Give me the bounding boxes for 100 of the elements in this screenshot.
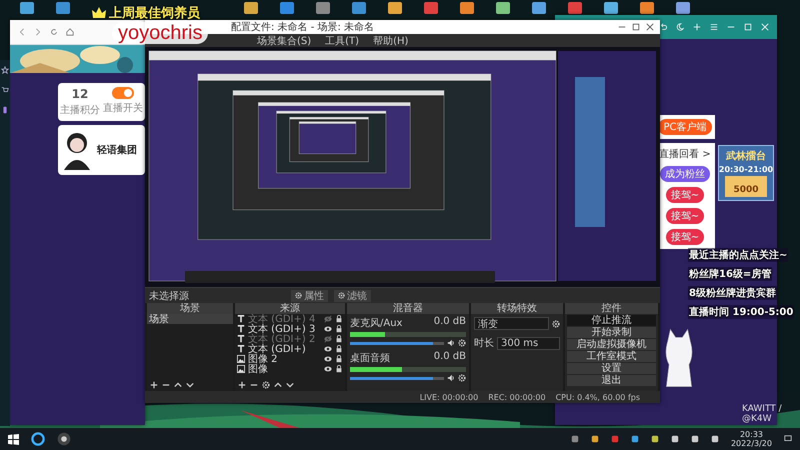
app-icon[interactable] xyxy=(31,432,45,446)
volume-slider[interactable] xyxy=(350,376,433,380)
event-banner[interactable]: 武林擂台 20:30-21:00 5000 xyxy=(718,145,774,201)
undo-icon[interactable] xyxy=(659,23,667,31)
gear-icon[interactable] xyxy=(262,381,270,389)
transition-select[interactable]: 渐变 xyxy=(474,317,549,330)
scene-item[interactable]: 场景 xyxy=(147,314,233,324)
greet-button[interactable]: 接驾~ xyxy=(666,208,704,224)
lock-icon[interactable] xyxy=(335,315,343,323)
image-icon xyxy=(237,355,245,363)
star-icon[interactable] xyxy=(1,66,9,74)
eye-icon[interactable] xyxy=(324,355,332,363)
stream-note: 直播时间 19:00-5:00 xyxy=(688,305,794,319)
phone-icon[interactable] xyxy=(1,106,9,114)
points-label: 主播积分 xyxy=(60,104,100,117)
back-icon[interactable] xyxy=(18,28,26,36)
gear-icon[interactable] xyxy=(338,292,345,299)
duration-field[interactable]: 300 ms xyxy=(497,336,560,350)
control-button[interactable]: 开始录制 xyxy=(567,327,656,338)
tray-icon[interactable] xyxy=(570,435,579,443)
lock-icon[interactable] xyxy=(335,345,343,353)
stream-note: 粉丝牌16级=房管 xyxy=(688,267,772,281)
source-item[interactable]: 图像 xyxy=(235,364,345,374)
add-icon[interactable] xyxy=(238,381,246,389)
control-button[interactable]: 设置 xyxy=(567,363,656,374)
menu-icon[interactable] xyxy=(710,23,718,31)
fan-button[interactable]: 成为粉丝 xyxy=(660,166,710,182)
switch-label: 直播开关 xyxy=(103,102,143,115)
stream-note: 8级粉丝牌进贵宾群 xyxy=(688,286,777,300)
down-icon[interactable] xyxy=(286,381,294,389)
clock-time[interactable]: 20:33 xyxy=(740,430,764,439)
channel-name: 桌面音频 xyxy=(350,352,390,365)
up-icon[interactable] xyxy=(174,381,182,389)
avatar xyxy=(61,130,93,170)
lock-icon[interactable] xyxy=(335,335,343,343)
notification-icon[interactable] xyxy=(784,435,792,443)
award-title: 上周最佳饲养员 xyxy=(109,4,200,22)
tray-icon[interactable] xyxy=(670,435,679,443)
text-icon xyxy=(237,315,245,323)
eye-icon[interactable] xyxy=(324,365,332,373)
dock-title: 场景 xyxy=(180,303,200,314)
gear-icon[interactable] xyxy=(458,339,466,347)
control-button[interactable]: 退出 xyxy=(567,375,656,386)
control-button[interactable]: 启动虚拟摄像机 xyxy=(567,339,656,350)
gear-icon[interactable] xyxy=(458,374,466,382)
gear-icon[interactable] xyxy=(552,320,560,328)
volume-slider[interactable] xyxy=(350,342,433,344)
source-item[interactable]: 文本 (GDI+) 4 xyxy=(235,314,345,324)
greet-button[interactable]: 接驾~ xyxy=(666,187,704,203)
reload-icon[interactable] xyxy=(50,28,58,36)
control-button[interactable]: 停止推流 xyxy=(567,315,656,326)
channel-reading: 0.0 dB xyxy=(434,351,466,364)
moon-icon[interactable] xyxy=(676,23,684,31)
clock-date[interactable]: 2022/3/20 xyxy=(730,439,772,448)
source-item[interactable]: 文本 (GDI+) xyxy=(235,344,345,354)
source-item[interactable]: 文本 (GDI+) 3 xyxy=(235,324,345,334)
obs-icon[interactable] xyxy=(57,432,71,446)
window-title: 配置文件: 未命名 - 场景: 未命名 xyxy=(231,20,376,34)
control-button[interactable]: 工作室模式 xyxy=(567,351,656,362)
replay-link[interactable]: 直播回看 > xyxy=(659,147,711,161)
cart-icon[interactable] xyxy=(1,86,9,94)
down-icon[interactable] xyxy=(186,381,194,389)
eye-icon[interactable] xyxy=(324,325,332,333)
source-item[interactable]: 图像 2 xyxy=(235,354,345,364)
lock-icon[interactable] xyxy=(335,365,343,373)
tray-icon[interactable] xyxy=(590,435,599,443)
tray-icon[interactable] xyxy=(710,435,719,443)
source-tool-button[interactable]: 属性 xyxy=(291,290,328,302)
live-switch[interactable] xyxy=(112,87,134,99)
maximize-icon[interactable] xyxy=(632,23,640,31)
gear-icon[interactable] xyxy=(295,292,302,299)
tray-icon[interactable] xyxy=(630,435,639,443)
tray-icon[interactable] xyxy=(650,435,659,443)
winner-name: yoyochris xyxy=(112,22,208,44)
eye-icon[interactable] xyxy=(324,345,332,353)
banner-title: 武林擂台 xyxy=(726,150,766,163)
rec-status: REC: 00:00:00 xyxy=(488,392,546,402)
close-icon[interactable] xyxy=(646,23,654,31)
menu-item[interactable]: 工具(T) xyxy=(325,34,360,48)
source-item[interactable]: 文本 (GDI+) 2 xyxy=(235,334,345,344)
lock-icon[interactable] xyxy=(335,325,343,333)
forward-icon[interactable] xyxy=(34,28,42,36)
plus-icon[interactable] xyxy=(693,23,701,31)
windows-start-icon[interactable] xyxy=(8,434,19,444)
add-icon[interactable] xyxy=(150,381,158,389)
home-icon[interactable] xyxy=(66,28,74,36)
speaker-icon[interactable] xyxy=(447,339,455,347)
source-tool-button[interactable]: 滤镜 xyxy=(334,290,371,302)
speaker-icon[interactable] xyxy=(447,374,455,382)
dock-title: 转场特效 xyxy=(497,303,537,314)
menu-item[interactable]: 场景集合(S) xyxy=(257,34,312,48)
lock-icon[interactable] xyxy=(335,355,343,363)
menu-item[interactable]: 帮助(H) xyxy=(373,34,408,48)
text-icon xyxy=(237,325,245,333)
up-icon[interactable] xyxy=(274,381,282,389)
text-icon xyxy=(237,335,245,343)
tray-icon[interactable] xyxy=(690,435,699,443)
greet-button[interactable]: 接驾~ xyxy=(666,229,704,245)
cpu-status: CPU: 0.4%, 60.00 fps xyxy=(556,392,640,402)
channel-name: 麦克风/Aux xyxy=(350,316,402,330)
